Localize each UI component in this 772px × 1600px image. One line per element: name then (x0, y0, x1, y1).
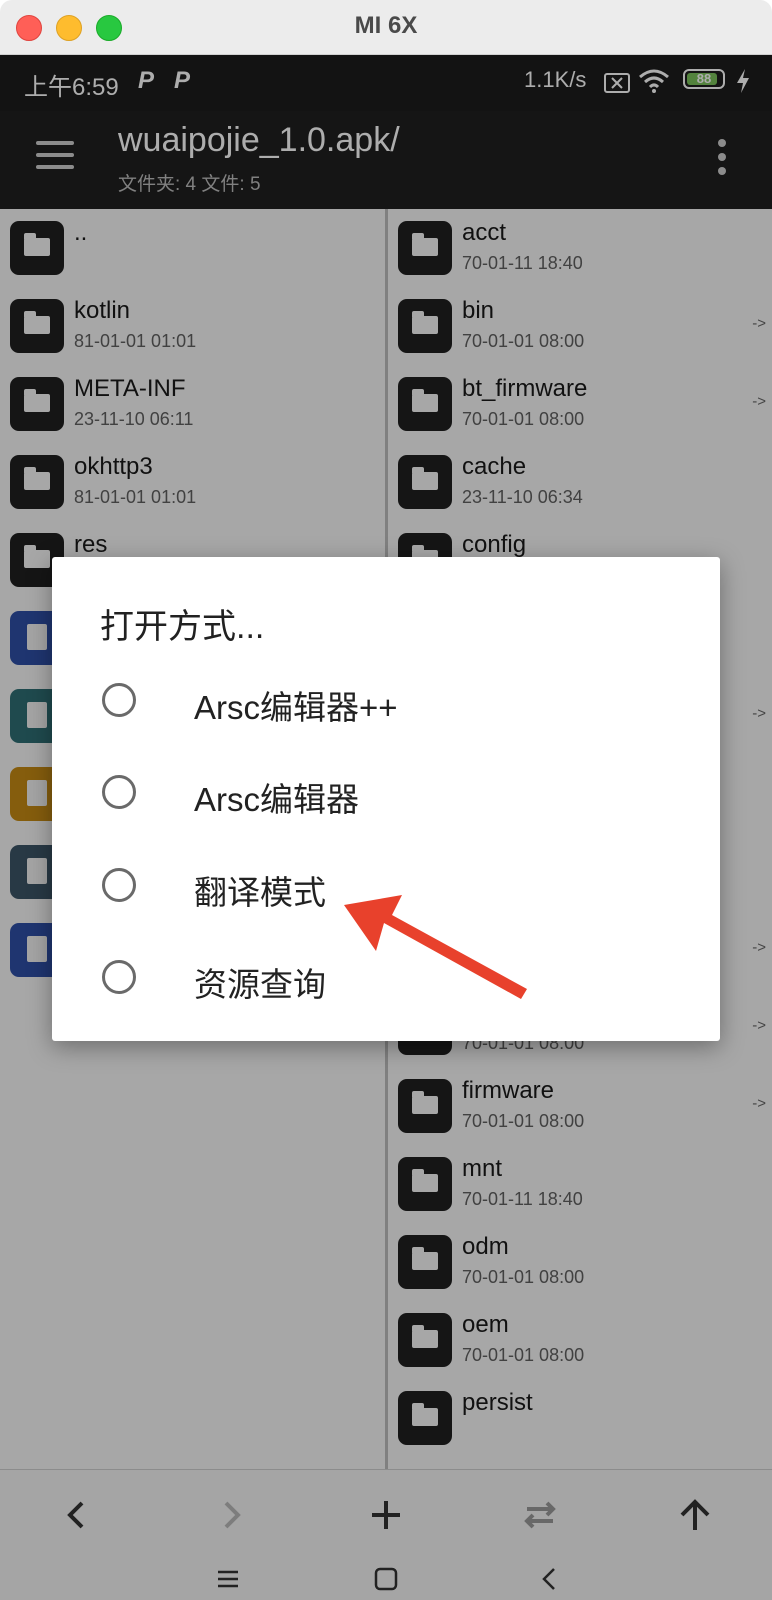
option-label: 翻译模式 (194, 874, 326, 911)
window-titlebar: MI 6X (0, 0, 772, 55)
radio-button[interactable] (102, 868, 136, 902)
option-label: Arsc编辑器 (194, 781, 359, 818)
option-label: 资源查询 (194, 966, 326, 1003)
option-label: Arsc编辑器++ (194, 689, 398, 726)
radio-button[interactable] (102, 683, 136, 717)
window-title: MI 6X (354, 12, 418, 39)
option-arsc-editor-plus[interactable]: Arsc编辑器++ (52, 657, 720, 747)
dialog-title: 打开方式... (100, 608, 265, 646)
option-arsc-editor[interactable]: Arsc编辑器 (52, 749, 720, 839)
radio-button[interactable] (102, 775, 136, 809)
radio-button[interactable] (102, 960, 136, 994)
option-resource-query[interactable]: 资源查询 (52, 934, 720, 1024)
open-with-dialog: 打开方式... Arsc编辑器++ Arsc编辑器 翻译模式 资源查询 (52, 557, 720, 1041)
option-translate-mode[interactable]: 翻译模式 (52, 842, 720, 932)
phone-screen: 上午6:59 P P 1.1K/s 88 wuaipojie_1.0.apk/ … (0, 55, 772, 1600)
